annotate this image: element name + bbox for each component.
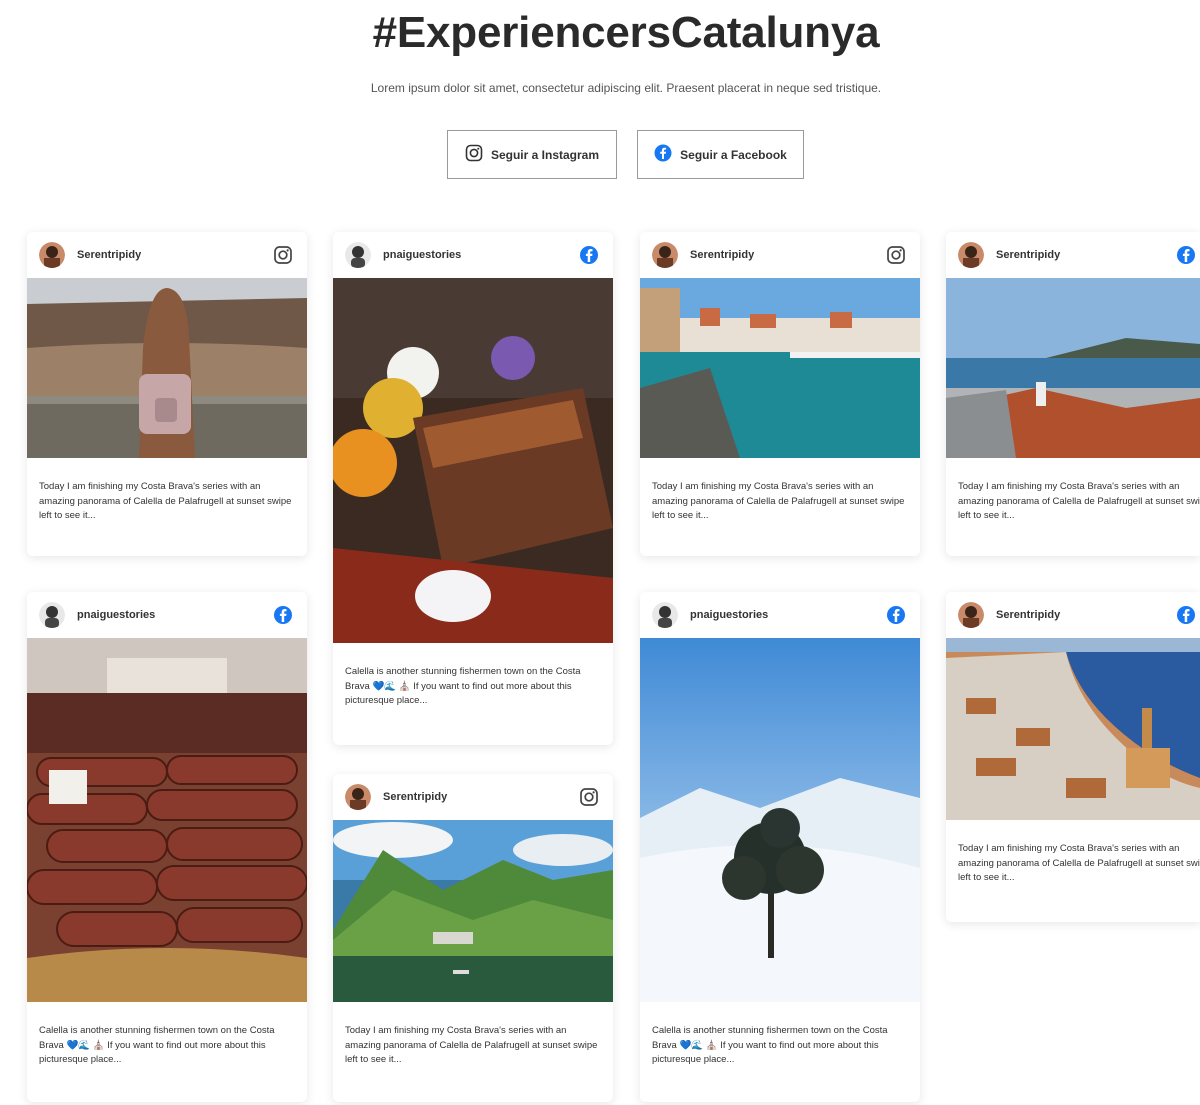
post-card[interactable]: Serentripidy Today I am finishing my Cos…	[946, 592, 1200, 922]
post-caption: Calella is another stunning fishermen to…	[652, 1025, 888, 1065]
post-caption: Calella is another stunning fishermen to…	[345, 666, 581, 706]
page-subtitle: Lorem ipsum dolor sit amet, consectetur …	[370, 81, 882, 95]
post-caption: Today I am finishing my Costa Brava's se…	[958, 481, 1200, 521]
follow-instagram-label: Seguir a Instagram	[490, 147, 600, 162]
instagram-icon[interactable]	[579, 787, 599, 807]
mountain-lake-photo[interactable]	[333, 820, 613, 1002]
facebook-icon	[654, 144, 672, 165]
post-caption: Today I am finishing my Costa Brava's se…	[652, 481, 905, 521]
post-card[interactable]: pnaiguestories Calella is another stunni…	[333, 232, 613, 745]
facebook-icon[interactable]	[579, 245, 599, 265]
facebook-icon[interactable]	[1176, 245, 1196, 265]
avatar	[345, 242, 371, 268]
post-card[interactable]: pnaiguestories Calella is another stunni…	[27, 592, 307, 1102]
post-caption: Today I am finishing my Costa Brava's se…	[345, 1025, 598, 1065]
harbor-town-photo[interactable]	[640, 278, 920, 458]
post-card[interactable]: Serentripidy Today I am finishing my Cos…	[333, 774, 613, 1102]
snowy-tree-photo[interactable]	[640, 638, 920, 1002]
avatar	[652, 242, 678, 268]
avatar	[958, 602, 984, 628]
post-username: pnaiguestories	[690, 609, 769, 621]
post-card[interactable]: Serentripidy Today I am finishing my Cos…	[946, 232, 1200, 556]
post-username: Serentripidy	[383, 791, 448, 803]
instagram-icon	[465, 144, 483, 165]
instagram-icon[interactable]	[886, 245, 906, 265]
facebook-icon[interactable]	[1176, 605, 1196, 625]
post-caption: Today I am finishing my Costa Brava's se…	[958, 843, 1200, 883]
post-caption: Calella is another stunning fishermen to…	[39, 1025, 275, 1065]
post-caption: Today I am finishing my Costa Brava's se…	[39, 481, 292, 521]
coastal-town-photo[interactable]	[946, 638, 1200, 820]
sausages-market-photo[interactable]	[27, 638, 307, 1002]
bay-rooftops-photo[interactable]	[946, 278, 1200, 458]
post-username: Serentripidy	[996, 609, 1061, 621]
grilled-meat-photo[interactable]	[333, 278, 613, 643]
page-title: #ExperiencersCatalunya	[372, 8, 880, 57]
follow-facebook-label: Seguir a Facebook	[680, 147, 787, 162]
girl-overlook-photo[interactable]	[27, 278, 307, 458]
instagram-icon[interactable]	[273, 245, 293, 265]
avatar	[39, 242, 65, 268]
avatar	[39, 602, 65, 628]
follow-instagram-button[interactable]: Seguir a Instagram	[447, 130, 617, 179]
facebook-icon[interactable]	[273, 605, 293, 625]
post-username: pnaiguestories	[77, 609, 156, 621]
post-username: pnaiguestories	[383, 249, 462, 261]
post-username: Serentripidy	[996, 249, 1061, 261]
avatar	[345, 784, 371, 810]
post-username: Serentripidy	[690, 249, 755, 261]
follow-facebook-button[interactable]: Seguir a Facebook	[637, 130, 804, 179]
post-card[interactable]: Serentripidy Today I am finishing my Cos…	[27, 232, 307, 556]
post-card[interactable]: pnaiguestories Calella is another stunni…	[640, 592, 920, 1102]
follow-buttons: Seguir a Instagram Seguir a Facebook	[447, 130, 804, 179]
avatar	[958, 242, 984, 268]
facebook-icon[interactable]	[886, 605, 906, 625]
post-username: Serentripidy	[77, 249, 142, 261]
post-card[interactable]: Serentripidy Today I am finishing my Cos…	[640, 232, 920, 556]
avatar	[652, 602, 678, 628]
